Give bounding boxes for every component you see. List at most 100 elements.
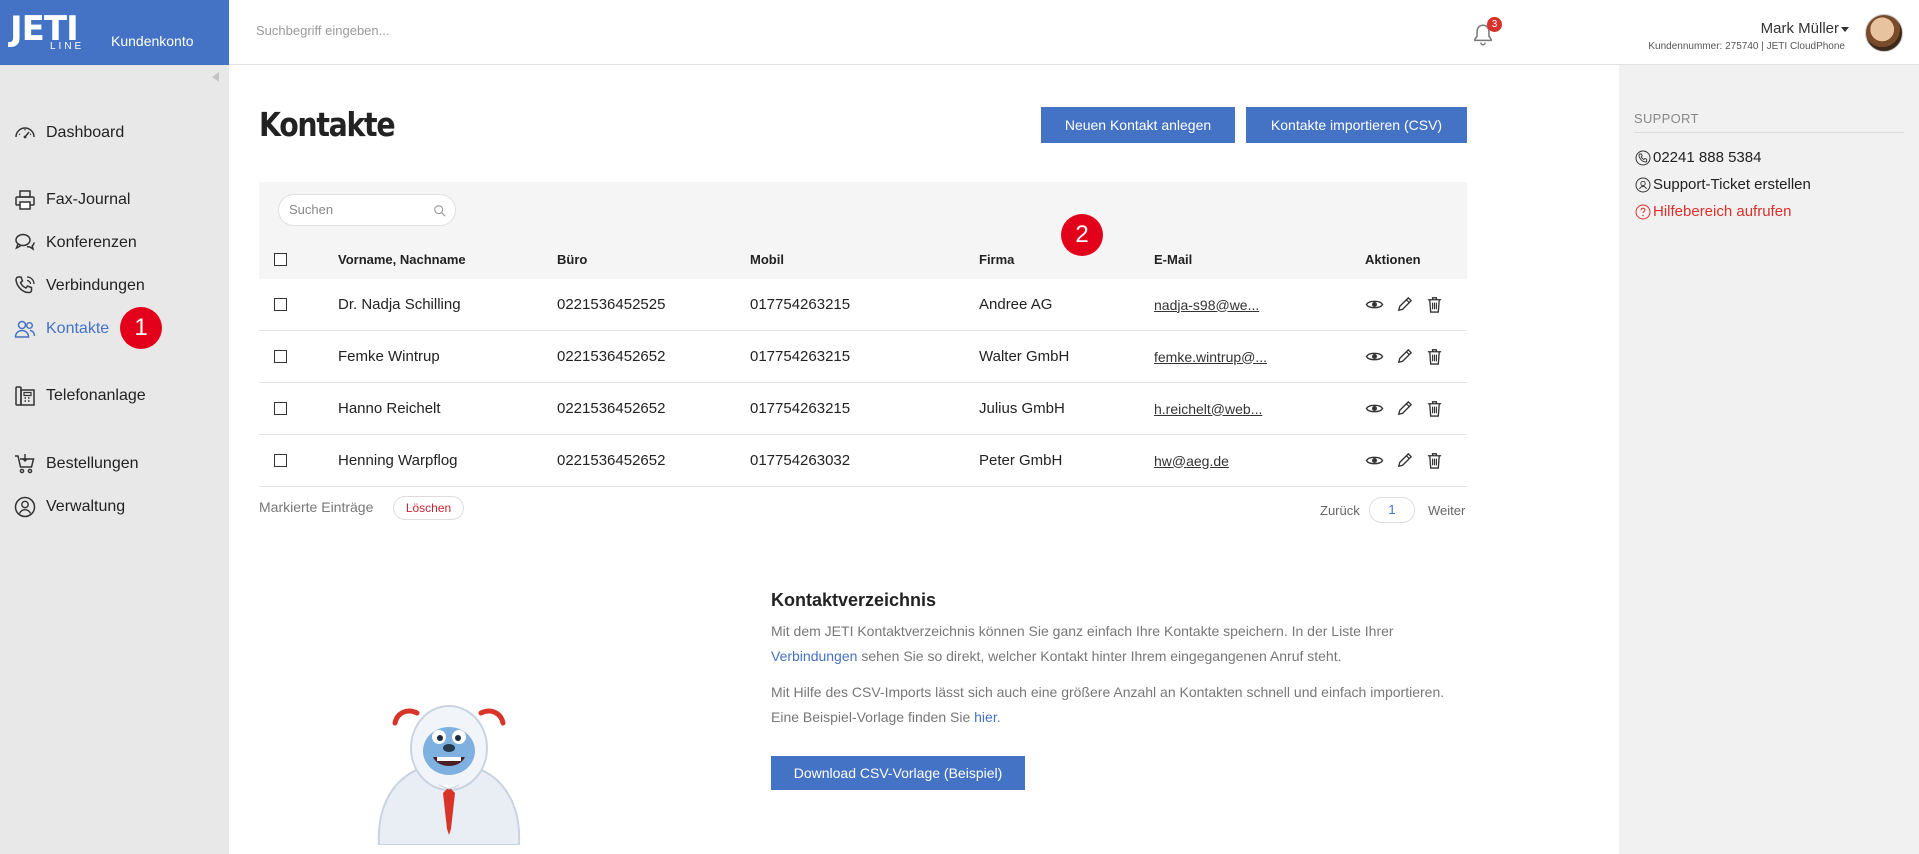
sidebar-item-fax-journal[interactable]: Fax-Journal <box>12 185 130 215</box>
table-head-row: Vorname, Nachname Büro Mobil Firma E-Mai… <box>259 239 1467 279</box>
top-bar: JETI LINE Kundenkonto 3 Mark Müller Kund… <box>0 0 1919 65</box>
row-checkbox[interactable] <box>274 298 287 311</box>
view-icon[interactable] <box>1365 347 1384 366</box>
verbindungen-link[interactable]: Verbindungen <box>771 648 857 664</box>
row-actions <box>1365 331 1444 382</box>
contact-company: Peter GmbH <box>979 452 1063 469</box>
contacts-table: Vorname, Nachname Büro Mobil Firma E-Mai… <box>259 182 1467 533</box>
edit-icon[interactable] <box>1395 347 1414 366</box>
contact-mobile: 017754263032 <box>750 452 851 469</box>
column-header-email[interactable]: E-Mail <box>1154 239 1192 279</box>
column-header-mobile[interactable]: Mobil <box>750 239 784 279</box>
view-icon[interactable] <box>1365 399 1384 418</box>
support-ticket-link[interactable]: Support-Ticket erstellen <box>1634 176 1811 193</box>
sidebar-item-label: Verbindungen <box>46 277 145 294</box>
support-ticket-label: Support-Ticket erstellen <box>1653 176 1811 193</box>
phone-icon <box>1634 149 1651 166</box>
edit-icon[interactable] <box>1395 295 1414 314</box>
contact-name: Hanno Reichelt <box>338 400 441 417</box>
sidebar-item-dashboard[interactable]: Dashboard <box>12 118 124 148</box>
edit-icon[interactable] <box>1395 451 1414 470</box>
sidebar-item-verbindungen[interactable]: Verbindungen <box>12 271 145 301</box>
user-support-icon <box>1634 176 1651 193</box>
contact-company: Walter GmbH <box>979 348 1070 365</box>
support-heading: SUPPORT <box>1634 111 1904 133</box>
row-actions <box>1365 435 1444 486</box>
table-row: Hanno Reichelt 0221536452652 01775426321… <box>259 383 1467 435</box>
contact-company: Julius GmbH <box>979 400 1065 417</box>
contact-email-link[interactable]: hw@aeg.de <box>1154 453 1229 469</box>
help-area-link[interactable]: Hilfebereich aufrufen <box>1634 203 1791 220</box>
jeti-logo: JETI LINE <box>10 12 100 52</box>
user-name: Mark Müller <box>1760 20 1839 37</box>
info-text: sehen Sie so direkt, welcher Kontakt hin… <box>861 648 1342 664</box>
avatar[interactable] <box>1865 14 1903 52</box>
column-header-actions: Aktionen <box>1365 251 1421 267</box>
global-search-input[interactable] <box>256 23 656 38</box>
help-area-label: Hilfebereich aufrufen <box>1653 203 1792 220</box>
sidebar-item-telefonanlage[interactable]: Telefonanlage <box>12 381 146 411</box>
contact-email-cell: h.reichelt@web... <box>1154 383 1262 434</box>
new-contact-button[interactable]: Neuen Kontakt anlegen <box>1041 107 1235 143</box>
cart-icon <box>12 451 38 477</box>
chat-bubbles-icon <box>12 230 38 256</box>
info-paragraph-1: Mit dem JETI Kontaktverzeichnis können S… <box>771 619 1471 669</box>
sidebar-item-kontakte[interactable]: Kontakte <box>12 314 109 344</box>
row-checkbox[interactable] <box>274 350 287 363</box>
contact-email-cell: nadja-s98@we... <box>1154 279 1259 330</box>
select-all-cell <box>274 239 287 279</box>
row-actions <box>1365 279 1444 330</box>
import-contacts-button[interactable]: Kontakte importieren (CSV) <box>1246 107 1467 143</box>
contact-office: 0221536452652 <box>557 452 666 469</box>
help-question-icon <box>1634 203 1651 220</box>
table-header-area: Vorname, Nachname Büro Mobil Firma E-Mai… <box>259 182 1467 279</box>
sidebar-item-label: Dashboard <box>46 124 125 141</box>
column-header-company[interactable]: Firma <box>979 239 1014 279</box>
contact-email-link[interactable]: h.reichelt@web... <box>1154 401 1262 417</box>
caret-down-icon <box>1841 26 1849 32</box>
delete-selected-button[interactable]: Löschen <box>393 496 464 520</box>
select-all-checkbox[interactable] <box>274 252 287 266</box>
sidebar-item-label: Konferenzen <box>46 234 137 251</box>
column-header-name[interactable]: Vorname, Nachname <box>338 239 466 279</box>
user-menu-toggle[interactable]: Mark Müller <box>1761 20 1849 37</box>
trash-icon[interactable] <box>1425 399 1444 418</box>
sidebar-item-label: Verwaltung <box>46 498 126 515</box>
sidebar-item-verwaltung[interactable]: Verwaltung <box>12 492 125 522</box>
trash-icon[interactable] <box>1425 451 1444 470</box>
sidebar-item-bestellungen[interactable]: Bestellungen <box>12 449 139 479</box>
notifications-button[interactable]: 3 <box>1470 17 1502 50</box>
brand-area[interactable]: JETI LINE Kundenkonto <box>0 0 229 65</box>
pager-back-link[interactable]: Zurück <box>1320 503 1360 518</box>
contact-email-link[interactable]: nadja-s98@we... <box>1154 297 1259 313</box>
customer-info: Kundennummer: 275740 | JETI CloudPhone <box>1648 41 1845 52</box>
table-row: Henning Warpflog 0221536452652 017754263… <box>259 435 1467 487</box>
view-icon[interactable] <box>1365 295 1384 314</box>
download-csv-template-button[interactable]: Download CSV-Vorlage (Beispiel) <box>771 756 1025 790</box>
row-select-cell <box>274 279 287 330</box>
row-checkbox[interactable] <box>274 402 287 415</box>
row-checkbox[interactable] <box>274 454 287 467</box>
pager-page-number[interactable]: 1 <box>1369 497 1415 523</box>
support-phone[interactable]: 02241 888 5384 <box>1634 149 1761 166</box>
table-footer: Markierte Einträge Löschen Zurück 1 Weit… <box>259 487 1467 533</box>
sidebar-item-label: Bestellungen <box>46 455 139 472</box>
annotation-marker-2: 2 <box>1061 214 1103 256</box>
view-icon[interactable] <box>1365 451 1384 470</box>
table-search-input[interactable] <box>289 202 429 217</box>
collapse-sidebar-icon[interactable] <box>212 72 219 82</box>
contact-directory-info: Kontaktverzeichnis Mit dem JETI Kontaktv… <box>771 590 1471 741</box>
template-here-link[interactable]: hier <box>974 709 997 725</box>
sidebar-item-konferenzen[interactable]: Konferenzen <box>12 228 137 258</box>
edit-icon[interactable] <box>1395 399 1414 418</box>
pager-next-link[interactable]: Weiter <box>1428 503 1465 518</box>
yeti-mascot-illustration <box>377 705 521 845</box>
trash-icon[interactable] <box>1425 347 1444 366</box>
contact-office: 0221536452652 <box>557 400 666 417</box>
column-header-office[interactable]: Büro <box>557 239 587 279</box>
support-panel: SUPPORT 02241 888 5384 Support-Ticket er… <box>1619 65 1919 854</box>
contact-email-link[interactable]: femke.wintrup@... <box>1154 349 1267 365</box>
trash-icon[interactable] <box>1425 295 1444 314</box>
search-icon[interactable] <box>433 204 447 218</box>
sidebar-item-label: Kontakte <box>46 320 110 337</box>
